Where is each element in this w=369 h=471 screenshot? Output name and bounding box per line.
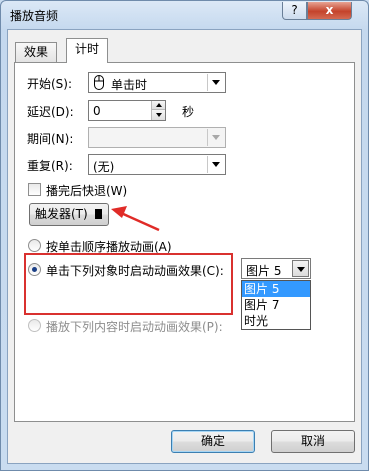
radio-click-object[interactable]	[28, 263, 41, 276]
delay-value: 0	[93, 104, 101, 118]
repeat-label: 重复(R):	[27, 159, 73, 173]
radio-play-content-label[interactable]: 播放下列内容时启动动画效果(P):	[46, 318, 223, 335]
object-option-1[interactable]: 图片 5	[242, 281, 310, 297]
annotation-arrow-icon	[111, 206, 160, 232]
mouse-icon	[94, 75, 104, 90]
trigger-button-label: 触发器(T)	[35, 207, 88, 221]
title-bar: 播放音频 ? x	[1, 1, 368, 29]
object-dropdown[interactable]: 图片 5	[241, 258, 311, 279]
cancel-button[interactable]: 取消	[271, 430, 355, 453]
dialog-client: 效果 计时 开始(S): 单击时 延迟(D): 0 秒 期间(N): 重复(R)…	[7, 29, 362, 464]
trigger-button[interactable]: 触发器(T)	[29, 203, 109, 226]
object-option-2[interactable]: 图片 7	[242, 297, 310, 313]
chevron-down-icon	[212, 80, 220, 85]
object-dropdown-arrow[interactable]	[292, 260, 309, 277]
start-dropdown-arrow[interactable]	[207, 74, 224, 91]
delay-up-button[interactable]	[151, 101, 165, 110]
object-option-3[interactable]: 时光	[242, 313, 310, 329]
repeat-value: (无)	[93, 160, 115, 174]
dialog-title: 播放音频	[10, 9, 59, 23]
help-button[interactable]: ?	[282, 2, 307, 20]
radio-click-object-label[interactable]: 单击下列对象时启动动画效果(C):	[46, 262, 224, 279]
repeat-dropdown-arrow[interactable]	[207, 156, 224, 173]
arrow-down-icon	[156, 113, 162, 117]
ok-button[interactable]: 确定	[171, 430, 255, 453]
delay-unit: 秒	[182, 105, 195, 119]
object-value: 图片 5	[246, 264, 282, 278]
repeat-dropdown[interactable]: (无)	[88, 154, 226, 175]
start-dropdown[interactable]: 单击时	[88, 72, 226, 93]
chevron-down-icon	[297, 267, 305, 272]
start-value: 单击时	[111, 78, 148, 92]
rewind-checkbox[interactable]	[28, 183, 41, 196]
tab-timing[interactable]: 计时	[66, 38, 109, 63]
close-button[interactable]: x	[307, 2, 352, 20]
delay-down-button[interactable]	[151, 110, 165, 120]
period-dropdown[interactable]	[88, 127, 226, 148]
trigger-marker-icon	[95, 209, 102, 219]
delay-spinner[interactable]: 0	[88, 100, 166, 121]
period-label: 期间(N):	[27, 132, 74, 146]
period-dropdown-arrow[interactable]	[207, 129, 224, 146]
timing-panel: 开始(S): 单击时 延迟(D): 0 秒 期间(N): 重复(R): (无) …	[14, 62, 355, 422]
rewind-label[interactable]: 播完后快退(W)	[46, 182, 127, 199]
tab-effect[interactable]: 效果	[15, 42, 58, 62]
radio-play-content[interactable]	[28, 319, 41, 332]
delay-label: 延迟(D):	[27, 105, 74, 119]
radio-click-sequence[interactable]	[28, 239, 41, 252]
chevron-down-icon	[212, 135, 220, 140]
object-dropdown-list: 图片 5 图片 7 时光	[241, 280, 311, 330]
dialog-window: 播放音频 ? x 效果 计时 开始(S): 单击时 延迟(D): 0 秒 期间(…	[0, 0, 369, 471]
arrow-up-icon	[156, 103, 162, 107]
start-label: 开始(S):	[27, 77, 73, 91]
chevron-down-icon	[212, 162, 220, 167]
